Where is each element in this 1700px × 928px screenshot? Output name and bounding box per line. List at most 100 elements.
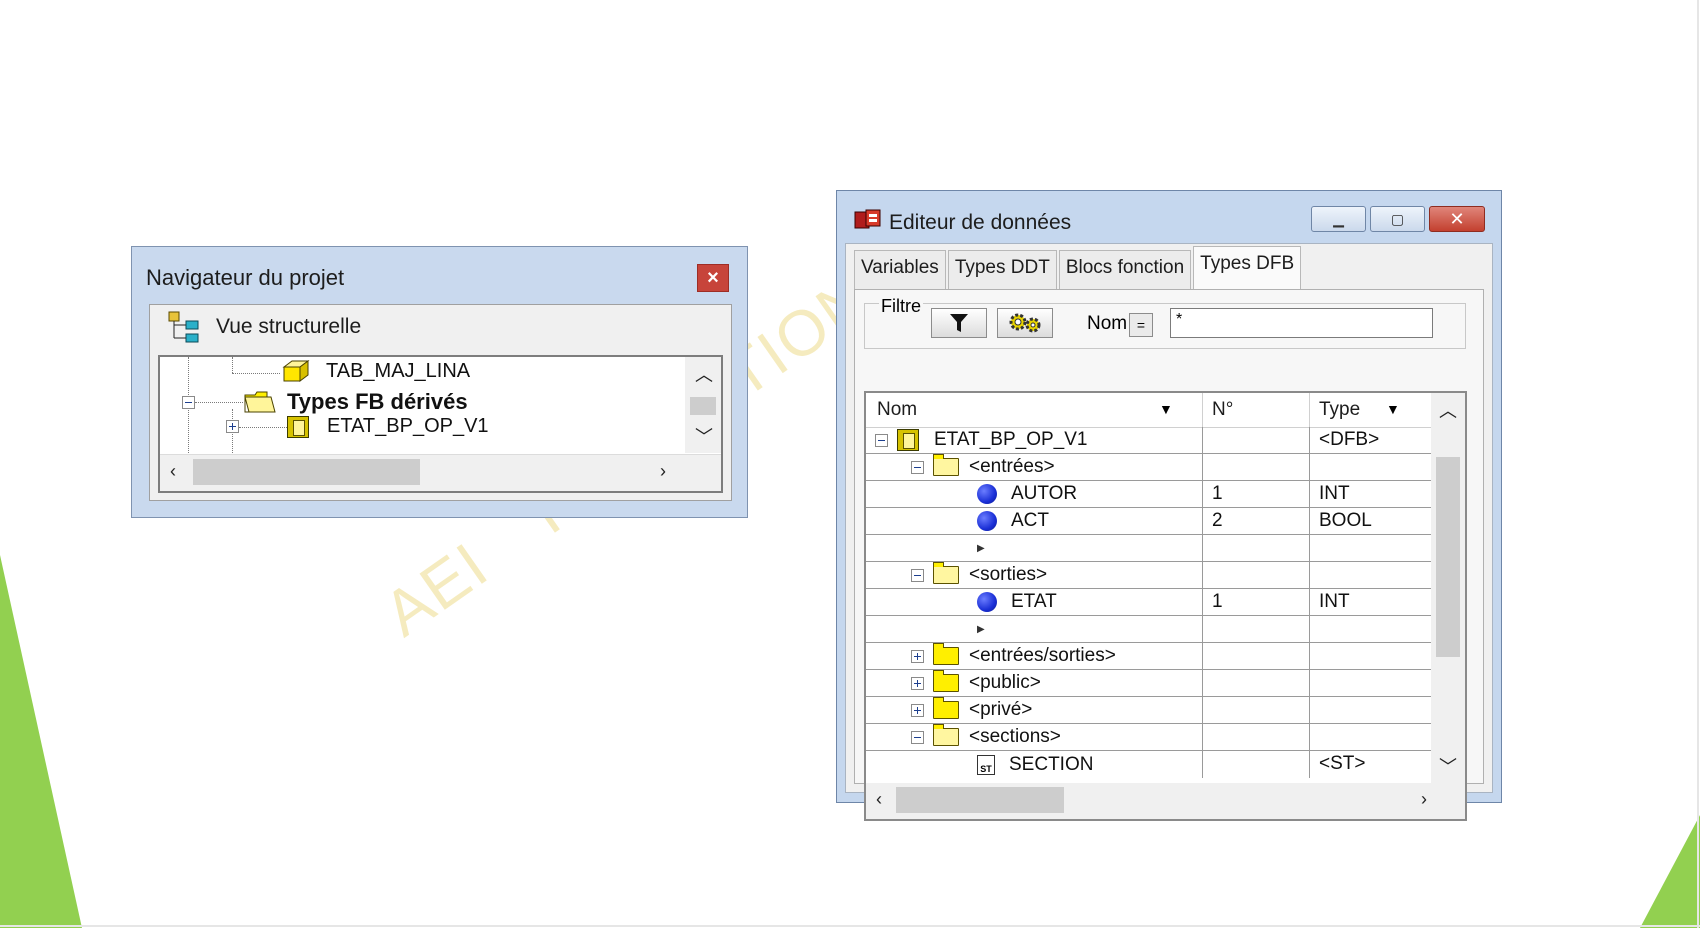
new-entry-arrow-icon[interactable]: ▶ [977, 624, 985, 635]
column-header-nom[interactable]: Nom [877, 399, 917, 421]
tab-variables[interactable]: Variables [854, 250, 946, 289]
collapse-icon[interactable] [911, 568, 924, 582]
table-row[interactable]: <entrées/sorties> [866, 643, 1431, 670]
equals-button[interactable]: = [1129, 313, 1153, 337]
filter-label: Filtre [879, 296, 923, 317]
filter-name-label: Nom [1087, 313, 1128, 334]
structural-view-header[interactable]: Vue structurelle [150, 305, 731, 349]
filter-group: Filtre Nom = * [864, 296, 1466, 349]
column-header-type[interactable]: Type [1319, 399, 1360, 421]
tree-item-label: Types FB dérivés [287, 389, 468, 414]
scroll-thumb[interactable] [1436, 457, 1460, 657]
expand-icon[interactable] [911, 703, 924, 717]
tab-types-ddt[interactable]: Types DDT [947, 250, 1057, 289]
data-editor-app-icon [854, 209, 881, 229]
expand-icon[interactable] [911, 649, 924, 663]
types-dfb-panel: Filtre Nom = * Nom ▼ N° Type ▼ ETAT_BP_O… [854, 289, 1484, 821]
close-button[interactable]: ✕ [1429, 206, 1485, 232]
collapse-icon[interactable] [911, 460, 924, 474]
maximize-button[interactable]: ▢ [1370, 206, 1425, 232]
expand-icon[interactable] [226, 420, 239, 433]
window-controls: ▁ ▢ ✕ [1311, 206, 1485, 232]
open-folder-icon [933, 454, 959, 476]
scroll-up-icon[interactable]: ︿ [1439, 397, 1457, 423]
new-entry-arrow-icon[interactable]: ▶ [977, 543, 985, 554]
function-block-icon [287, 415, 309, 438]
table-row[interactable]: <public> [866, 670, 1431, 697]
data-editor-window: Editeur de données ▁ ▢ ✕ Variables Types… [836, 190, 1502, 821]
scroll-thumb[interactable] [896, 787, 1064, 813]
row-name: ACT [1011, 510, 1049, 531]
tab-types-dfb[interactable]: Types DFB [1193, 246, 1302, 289]
filter-name-input[interactable]: * [1170, 308, 1433, 338]
data-editor-title: Editeur de données [889, 211, 1072, 234]
scroll-right-icon[interactable]: › [1421, 789, 1427, 810]
open-folder-icon [933, 724, 959, 746]
scroll-down-icon[interactable]: ﹀ [695, 423, 713, 449]
table-row[interactable]: <sections> [866, 724, 1431, 751]
grid-horizontal-scrollbar[interactable]: ‹ › [866, 783, 1465, 819]
tree-item-tab-maj-lina[interactable]: TAB_MAJ_LINA [280, 359, 470, 383]
row-num: 1 [1212, 483, 1223, 504]
apply-filter-button[interactable] [931, 308, 987, 338]
structure-tree-icon [168, 311, 199, 343]
scroll-left-icon[interactable]: ‹ [170, 461, 176, 482]
green-accent-right [1640, 815, 1700, 928]
table-row[interactable]: ▶ [866, 535, 1431, 562]
collapse-icon[interactable] [911, 730, 924, 744]
structural-view-label: Vue structurelle [216, 315, 362, 338]
grid-vertical-scrollbar[interactable]: ︿ ﹀ [1431, 393, 1465, 783]
function-block-icon [897, 429, 919, 451]
nom-sort-dropdown-icon[interactable]: ▼ [1159, 401, 1173, 417]
scroll-down-icon[interactable]: ﹀ [1439, 753, 1457, 779]
collapse-icon[interactable] [875, 433, 888, 447]
table-row[interactable]: ETAT_BP_OP_V1 <DFB> [866, 427, 1431, 454]
scroll-up-icon[interactable]: ︿ [695, 361, 713, 387]
filter-settings-button[interactable] [997, 308, 1053, 338]
folder-icon [933, 670, 959, 692]
table-row[interactable]: ETAT 1 INT [866, 589, 1431, 616]
navigator-horizontal-scrollbar[interactable]: ‹ › [160, 454, 721, 491]
row-name: <public> [969, 672, 1041, 693]
row-name: ETAT_BP_OP_V1 [934, 429, 1088, 450]
folder-icon [933, 643, 959, 665]
scroll-thumb[interactable] [690, 397, 716, 415]
table-row[interactable]: AUTOR 1 INT [866, 481, 1431, 508]
row-name: <sorties> [969, 564, 1048, 585]
table-row[interactable]: ▶ [866, 616, 1431, 643]
tree-item-etat-bp-op-v1[interactable]: ETAT_BP_OP_V1 [226, 415, 489, 438]
scroll-right-icon[interactable]: › [660, 461, 666, 482]
row-name: <sections> [969, 726, 1061, 747]
table-row[interactable]: ACT 2 BOOL [866, 508, 1431, 535]
expand-icon[interactable] [911, 676, 924, 690]
project-navigator-window: Navigateur du projet × Vue structurelle [131, 246, 748, 518]
table-row[interactable]: <privé> [866, 697, 1431, 724]
close-icon: ✕ [1449, 208, 1465, 229]
row-type: INT [1319, 483, 1350, 504]
tree-item-label: ETAT_BP_OP_V1 [327, 415, 489, 437]
row-type: <ST> [1319, 753, 1366, 774]
navigator-vertical-scrollbar[interactable]: ︿ ﹀ [685, 357, 721, 453]
type-sort-dropdown-icon[interactable]: ▼ [1386, 401, 1400, 417]
minimize-button[interactable]: ▁ [1311, 206, 1366, 232]
collapse-icon[interactable] [182, 395, 195, 409]
grid-header: Nom ▼ N° Type ▼ [866, 393, 1431, 428]
navigator-close-button[interactable]: × [697, 264, 729, 292]
green-accent-left [0, 555, 82, 928]
table-row[interactable]: ST SECTION <ST> [866, 751, 1431, 778]
tab-blocs-fonction[interactable]: Blocs fonction [1058, 250, 1192, 289]
tree-item-types-fb-derives[interactable]: Types FB dérivés [182, 389, 468, 415]
table-row[interactable]: <entrées> [866, 454, 1431, 481]
tree-item-label: TAB_MAJ_LINA [326, 359, 471, 382]
yellow-cube-icon [282, 360, 310, 382]
column-header-num[interactable]: N° [1212, 399, 1233, 421]
table-row[interactable]: <sorties> [866, 562, 1431, 589]
row-type: <DFB> [1319, 429, 1380, 450]
gears-icon [1009, 313, 1041, 333]
funnel-icon [950, 314, 968, 332]
row-name: SECTION [1009, 753, 1094, 775]
scroll-left-icon[interactable]: ‹ [876, 789, 882, 810]
scroll-thumb[interactable] [193, 459, 420, 485]
st-section-icon: ST [977, 754, 995, 775]
open-folder-icon [933, 562, 959, 584]
